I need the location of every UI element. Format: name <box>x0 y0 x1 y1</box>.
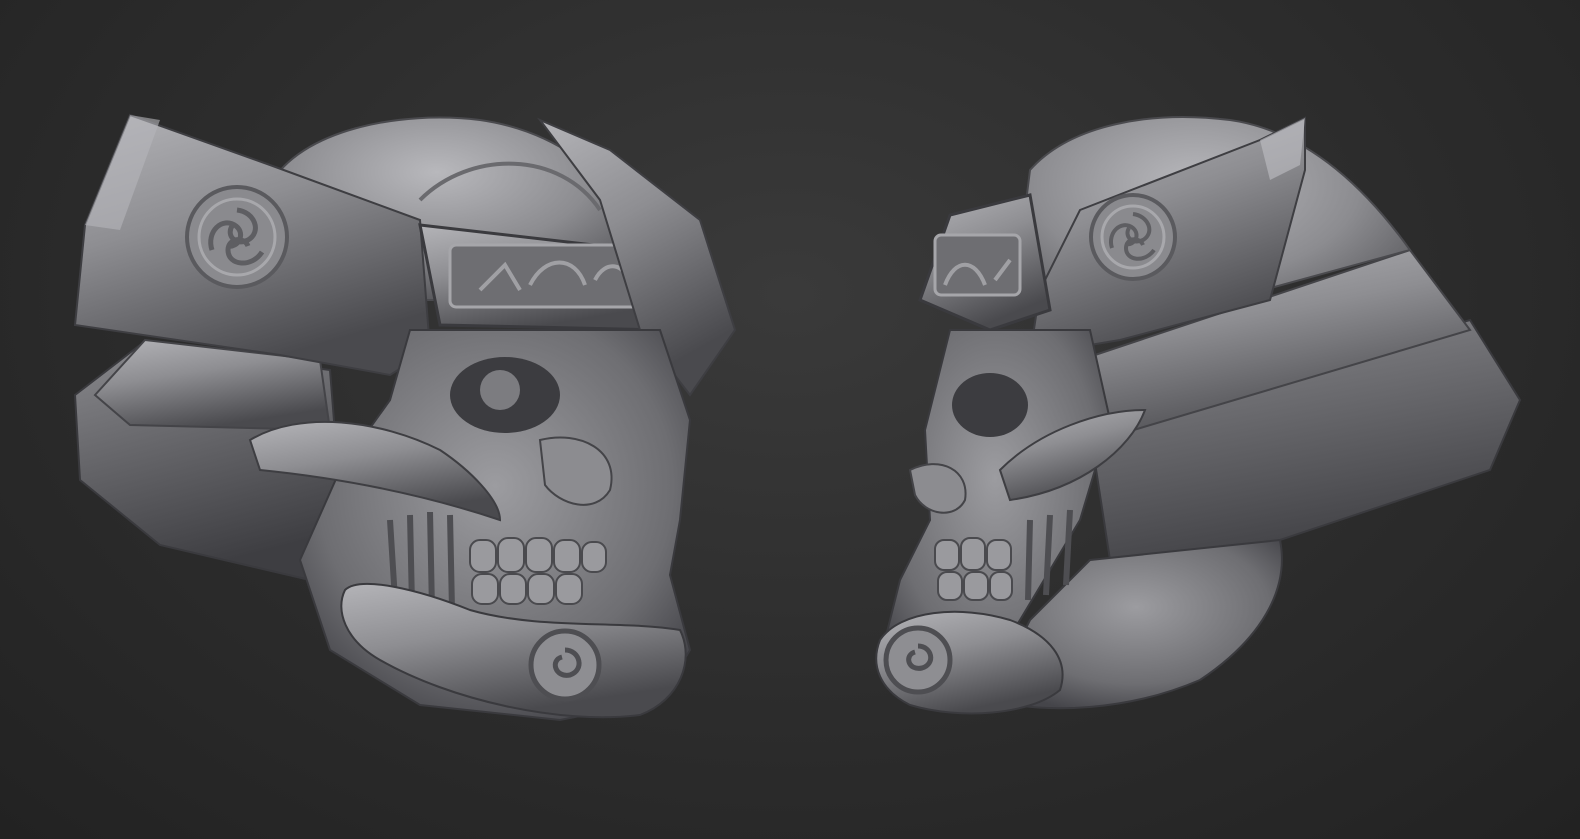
helmet-model-right[interactable] <box>875 116 1522 715</box>
sculpt-viewport[interactable] <box>0 0 1580 839</box>
tomoe-emblem-icon <box>1089 193 1177 281</box>
sculpt-scene <box>73 113 1522 722</box>
eye-ball <box>480 370 520 410</box>
eye-socket <box>952 373 1028 437</box>
helmet-model-left[interactable] <box>73 113 737 722</box>
jaw-spiral-icon <box>883 625 953 695</box>
jaw-spiral-icon <box>528 628 602 702</box>
tomoe-emblem-icon <box>185 185 289 289</box>
brow-band-plate <box>448 243 642 309</box>
teeth <box>934 537 1013 601</box>
